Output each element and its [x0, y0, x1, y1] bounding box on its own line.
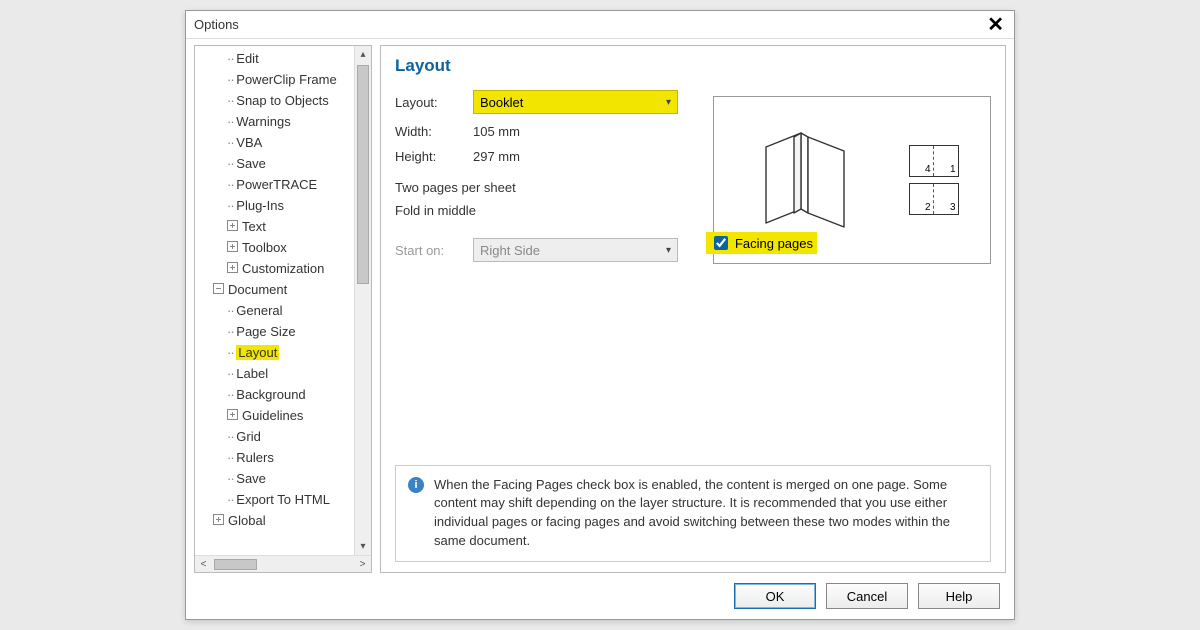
tree-item-grid[interactable]: Grid [213, 426, 354, 447]
width-label: Width: [395, 124, 473, 139]
thumb-page: 2 [910, 184, 934, 214]
window-title: Options [194, 17, 239, 32]
dialog-button-bar: OK Cancel Help [186, 573, 1014, 619]
category-tree[interactable]: EditPowerClip FrameSnap to ObjectsWarnin… [195, 46, 354, 555]
scroll-thumb-h[interactable] [214, 559, 257, 570]
starton-dropdown: Right Side ▾ [473, 238, 678, 262]
chevron-down-icon: ▾ [666, 245, 671, 256]
close-icon[interactable]: ✕ [983, 15, 1008, 35]
thumb-page: 3 [934, 184, 958, 214]
facing-pages-input[interactable] [714, 236, 728, 250]
tree-item-snap-to-objects[interactable]: Snap to Objects [213, 90, 354, 111]
tree-item-label[interactable]: Label [213, 363, 354, 384]
help-button[interactable]: Help [918, 583, 1000, 609]
width-value: 105 mm [473, 124, 520, 139]
tree-item-layout[interactable]: Layout [213, 342, 354, 363]
tree-item-save[interactable]: Save [213, 153, 354, 174]
ok-button[interactable]: OK [734, 583, 816, 609]
booklet-icon [746, 125, 866, 235]
tree-item-save[interactable]: Save [213, 468, 354, 489]
tree-item-warnings[interactable]: Warnings [213, 111, 354, 132]
info-icon: i [408, 477, 424, 493]
height-label: Height: [395, 149, 473, 164]
layout-dropdown-value: Booklet [480, 95, 523, 110]
cancel-button[interactable]: Cancel [826, 583, 908, 609]
layout-dropdown[interactable]: Booklet ▾ [473, 90, 678, 114]
tree-item-guidelines[interactable]: Guidelines [213, 405, 354, 426]
tree-horizontal-scrollbar[interactable]: < > [195, 555, 371, 572]
tree-item-document[interactable]: Document [199, 279, 354, 300]
panel-heading: Layout [395, 56, 991, 76]
facing-pages-label: Facing pages [735, 236, 813, 251]
tree-item-text[interactable]: Text [213, 216, 354, 237]
chevron-down-icon: ▾ [666, 97, 671, 108]
info-note: i When the Facing Pages check box is ena… [395, 465, 991, 562]
layout-panel: Layout Layout: Booklet ▾ Width: 105 mm H… [380, 45, 1006, 573]
tree-item-edit[interactable]: Edit [213, 48, 354, 69]
starton-label: Start on: [395, 243, 473, 258]
facing-pages-checkbox[interactable]: Facing pages [706, 232, 817, 254]
tree-vertical-scrollbar[interactable]: ▴ ▾ [354, 46, 371, 555]
page-thumbnails: 4 1 2 3 [909, 145, 959, 215]
tree-item-general[interactable]: General [213, 300, 354, 321]
scroll-left-icon[interactable]: < [195, 559, 212, 570]
tree-item-powertrace[interactable]: PowerTRACE [213, 174, 354, 195]
layout-label: Layout: [395, 95, 473, 110]
tree-item-page-size[interactable]: Page Size [213, 321, 354, 342]
tree-item-global[interactable]: Global [199, 510, 354, 531]
thumb-page: 1 [934, 146, 958, 176]
starton-dropdown-value: Right Side [480, 243, 540, 258]
tree-item-export-to-html[interactable]: Export To HTML [213, 489, 354, 510]
tree-item-customization[interactable]: Customization [213, 258, 354, 279]
tree-item-rulers[interactable]: Rulers [213, 447, 354, 468]
scroll-up-icon[interactable]: ▴ [355, 46, 371, 63]
info-text: When the Facing Pages check box is enabl… [434, 476, 978, 551]
category-tree-pane: EditPowerClip FrameSnap to ObjectsWarnin… [194, 45, 372, 573]
titlebar: Options ✕ [186, 11, 1014, 39]
height-value: 297 mm [473, 149, 520, 164]
tree-item-background[interactable]: Background [213, 384, 354, 405]
tree-item-vba[interactable]: VBA [213, 132, 354, 153]
tree-item-powerclip-frame[interactable]: PowerClip Frame [213, 69, 354, 90]
options-dialog: Options ✕ EditPowerClip FrameSnap to Obj… [185, 10, 1015, 620]
tree-item-plug-ins[interactable]: Plug-Ins [213, 195, 354, 216]
scroll-right-icon[interactable]: > [354, 559, 371, 570]
thumb-page: 4 [910, 146, 934, 176]
scroll-down-icon[interactable]: ▾ [355, 538, 371, 555]
scroll-thumb[interactable] [357, 65, 369, 284]
tree-item-toolbox[interactable]: Toolbox [213, 237, 354, 258]
